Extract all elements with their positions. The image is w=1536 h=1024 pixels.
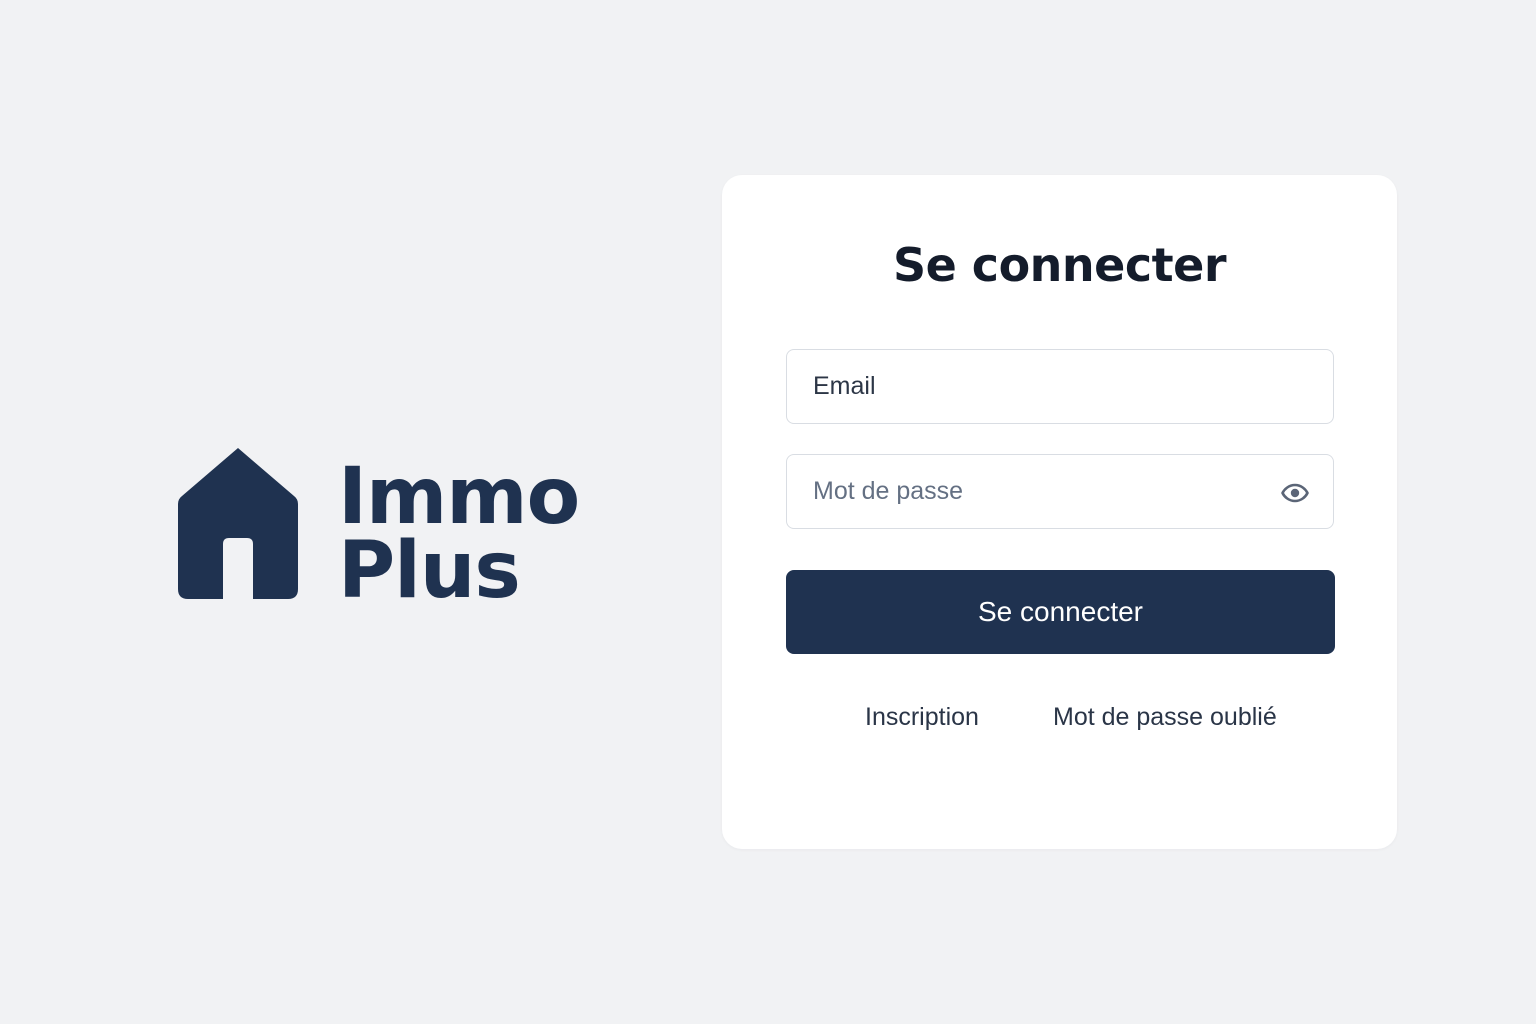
password-field [786,454,1334,529]
login-card: Se connecter Se connecter Inscription Mo… [722,175,1397,849]
brand-logo: Immo Plus [176,438,580,616]
brand-name: Immo Plus [338,452,580,616]
show-password-button[interactable] [1281,479,1309,507]
login-submit-button[interactable]: Se connecter [786,570,1335,654]
brand-name-line1: Immo [338,452,580,542]
brand-name-line2: Plus [338,526,521,616]
email-input[interactable] [787,350,1333,423]
auth-links: Inscription Mot de passe oublié [722,701,1397,735]
email-field [786,349,1334,424]
login-title: Se connecter [892,238,1227,292]
house-icon [178,448,298,599]
password-input[interactable] [787,455,1333,528]
forgot-password-link[interactable]: Mot de passe oublié [1053,701,1277,733]
signup-link[interactable]: Inscription [865,701,979,733]
eye-icon [1281,483,1309,503]
